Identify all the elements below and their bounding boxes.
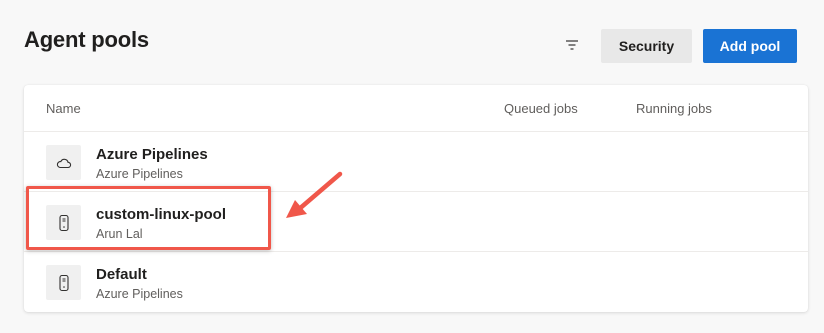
pool-owner: Arun Lal xyxy=(96,227,143,241)
column-header-name[interactable]: Name xyxy=(46,101,81,116)
header-divider xyxy=(24,131,808,132)
row-divider xyxy=(24,191,808,192)
pool-name[interactable]: custom-linux-pool xyxy=(96,206,226,223)
page-title: Agent pools xyxy=(24,27,149,52)
agent-device-icon xyxy=(58,274,69,291)
table-row-custom-linux-pool[interactable]: custom-linux-pool Arun Lal xyxy=(24,193,808,252)
row-divider xyxy=(24,251,808,252)
filter-button[interactable] xyxy=(559,32,585,58)
agent-pools-table: Name Queued jobs Running jobs Azure Pipe… xyxy=(24,85,808,312)
filter-icon xyxy=(566,40,578,50)
column-header-queued-jobs[interactable]: Queued jobs xyxy=(504,101,578,116)
table-row-default[interactable]: Default Azure Pipelines xyxy=(24,253,808,312)
pool-icon-box xyxy=(46,205,81,240)
security-button[interactable]: Security xyxy=(601,29,692,63)
cloud-icon xyxy=(56,158,71,168)
add-pool-button[interactable]: Add pool xyxy=(703,29,797,63)
column-header-running-jobs[interactable]: Running jobs xyxy=(636,101,712,116)
pool-name[interactable]: Azure Pipelines xyxy=(96,146,208,163)
pool-owner: Azure Pipelines xyxy=(96,167,183,181)
pool-icon-box xyxy=(46,265,81,300)
pool-name[interactable]: Default xyxy=(96,266,147,283)
pool-icon-box xyxy=(46,145,81,180)
agent-device-icon xyxy=(58,214,69,231)
table-row-azure-pipelines[interactable]: Azure Pipelines Azure Pipelines xyxy=(24,133,808,192)
pool-owner: Azure Pipelines xyxy=(96,287,183,301)
